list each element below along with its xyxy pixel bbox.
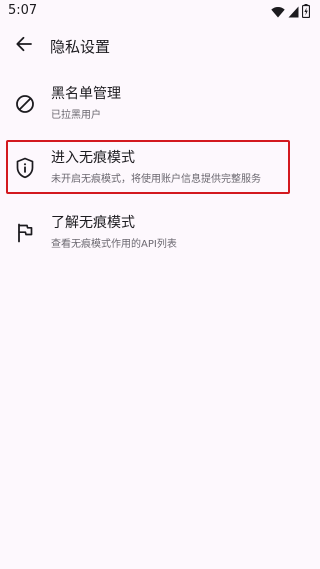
settings-item-learn-incognito[interactable]: 了解无痕模式 查看无痕模式作用的API列表 — [0, 208, 320, 262]
settings-item-blacklist[interactable]: 黑名单管理 已拉黑用户 — [0, 79, 320, 133]
page-title: 隐私设置 — [50, 38, 111, 56]
settings-item-subtitle: 未开启无痕模式，将使用账户信息提供完整服务 — [51, 174, 261, 185]
status-icons — [271, 3, 311, 22]
settings-item-title: 黑名单管理 — [51, 86, 121, 102]
settings-item-incognito[interactable]: 进入无痕模式 未开启无痕模式，将使用账户信息提供完整服务 — [0, 143, 320, 197]
settings-item-subtitle: 已拉黑用户 — [51, 110, 101, 121]
arrow-left-icon — [15, 35, 33, 57]
shield-info-icon — [14, 157, 36, 179]
app-bar: 隐私设置 — [0, 24, 320, 68]
block-icon — [14, 93, 36, 115]
settings-item-subtitle: 查看无痕模式作用的API列表 — [51, 239, 177, 250]
flag-icon — [14, 222, 36, 244]
settings-item-title: 了解无痕模式 — [51, 215, 135, 231]
battery-icon — [301, 3, 311, 22]
wifi-icon — [271, 3, 285, 22]
status-bar: 5:07 — [0, 0, 320, 24]
signal-icon — [288, 3, 299, 22]
settings-item-title: 进入无痕模式 — [51, 150, 135, 166]
status-time: 5:07 — [8, 3, 38, 18]
back-button[interactable] — [10, 32, 38, 60]
